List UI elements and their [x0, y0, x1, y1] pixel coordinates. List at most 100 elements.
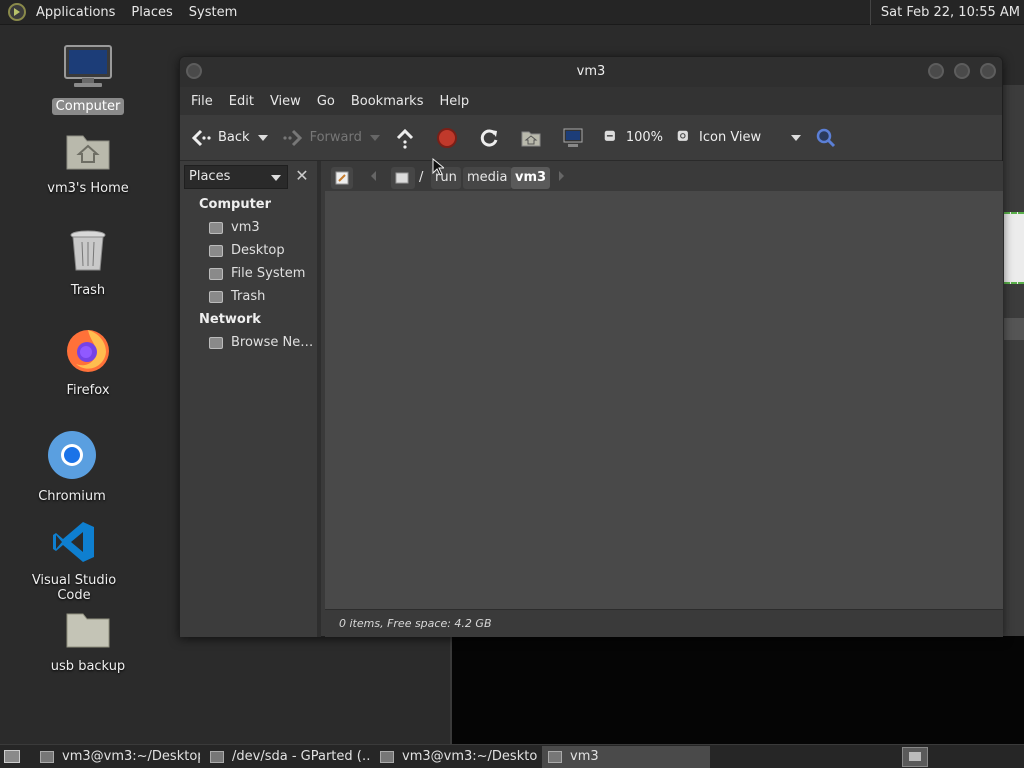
desktop-icon-home[interactable]: vm3's Home [33, 128, 143, 197]
menu-view[interactable]: View [262, 94, 309, 109]
reload-icon [480, 129, 498, 147]
file-view[interactable] [325, 191, 1003, 609]
sidebar-item-vm3[interactable]: vm3 [209, 220, 260, 235]
zoom-out-icon[interactable] [604, 130, 620, 146]
background-terminal-window[interactable] [450, 636, 1024, 744]
desktop-icon-label: Computer [51, 98, 125, 115]
computer-button[interactable] [562, 127, 590, 149]
menu-places[interactable]: Places [123, 0, 180, 25]
menu-bookmarks[interactable]: Bookmarks [343, 94, 432, 109]
maximize-button[interactable] [954, 63, 970, 79]
window-title: vm3 [576, 64, 606, 79]
forward-label: Forward [309, 130, 362, 145]
desktop-icon-vscode[interactable]: Visual Studio Code [19, 520, 129, 604]
workspace-switcher[interactable] [902, 747, 928, 767]
toggle-location-entry-button[interactable] [331, 167, 353, 189]
chevron-down-icon [271, 175, 281, 181]
taskbar-item-label: vm3@vm3:~/Desktop [402, 749, 538, 764]
stop-icon [436, 127, 457, 148]
taskbar-item-terminal[interactable]: vm3@vm3:~/Desktop [34, 746, 200, 768]
search-icon [816, 128, 836, 147]
network-icon [209, 336, 223, 349]
panel-clock[interactable]: Sat Feb 22, 10:55 AM [869, 0, 1020, 25]
desktop-icon-usb-backup[interactable]: usb backup [33, 608, 143, 675]
reload-button[interactable] [478, 127, 506, 149]
back-button[interactable]: Back [190, 127, 268, 149]
forward-history-chevron-down-icon[interactable] [369, 134, 380, 141]
up-button[interactable] [394, 127, 422, 149]
taskbar-item-file-manager[interactable]: vm3 [542, 745, 710, 768]
terminal-icon [380, 750, 394, 763]
forward-arrow-icon [282, 129, 302, 146]
folder-icon [548, 750, 562, 763]
sidebar-heading-computer: Computer [199, 197, 272, 212]
desktop-icon-computer[interactable]: Computer [33, 44, 143, 115]
menu-applications[interactable]: Applications [28, 0, 123, 25]
menu-file[interactable]: File [183, 94, 221, 109]
taskbar-item-terminal[interactable]: vm3@vm3:~/Desktop [374, 746, 538, 768]
up-arrow-icon [396, 128, 413, 149]
back-label: Back [218, 130, 250, 145]
folder-icon [66, 613, 110, 648]
menu-go[interactable]: Go [309, 94, 343, 109]
breadcrumb-media[interactable]: media [463, 167, 512, 189]
home-folder-icon [66, 135, 110, 170]
background-window[interactable] [1002, 85, 1024, 645]
menu-edit[interactable]: Edit [221, 94, 262, 109]
back-arrow-icon [191, 129, 211, 146]
background-window-content [1004, 318, 1024, 340]
forward-button[interactable]: Forward [282, 127, 380, 149]
taskbar-item-label: vm3@vm3:~/Desktop [62, 749, 200, 764]
sidebar-item-browse-network[interactable]: Browse Ne… [209, 335, 313, 350]
zoom-control[interactable]: 100% [604, 130, 663, 146]
close-button[interactable] [980, 63, 996, 79]
view-mode-chevron-down-icon [791, 134, 802, 141]
view-mode-select[interactable]: Icon View [677, 130, 802, 146]
chromium-icon [48, 431, 96, 479]
sidebar-item-desktop[interactable]: Desktop [209, 243, 285, 258]
desktop-icon-label: usb backup [50, 659, 126, 674]
applications-logo-icon[interactable] [8, 3, 26, 21]
computer-icon [64, 45, 112, 87]
show-desktop-button[interactable] [0, 746, 24, 768]
sidebar-item-label: File System [231, 266, 306, 281]
desktop-icon-label: vm3's Home [47, 181, 129, 196]
back-history-chevron-down-icon[interactable] [257, 134, 268, 141]
show-desktop-icon [4, 750, 20, 763]
window-titlebar[interactable]: vm3 [180, 57, 1002, 87]
path-bar: / run media vm3 [325, 161, 1003, 191]
desktop-icon-label: Trash [70, 283, 106, 298]
edit-icon [335, 171, 349, 185]
zoom-level: 100% [625, 130, 664, 145]
taskbar-item-gparted[interactable]: /dev/sda - GParted (… [204, 746, 370, 768]
status-bar: 0 items, Free space: 4.2 GB [325, 609, 1003, 637]
scroll-right-chevron-icon[interactable] [559, 171, 564, 181]
menu-help[interactable]: Help [431, 94, 477, 109]
zoom-in-icon[interactable] [677, 130, 693, 146]
gparted-icon [210, 750, 224, 763]
sidebar-item-label: Desktop [231, 243, 285, 258]
home-button[interactable] [520, 127, 548, 149]
stop-button[interactable] [436, 127, 464, 149]
breadcrumb-root[interactable] [391, 167, 415, 189]
desktop-icon-chromium[interactable]: Chromium [17, 430, 127, 505]
scroll-left-chevron-icon[interactable] [371, 171, 376, 181]
vscode-icon [53, 522, 94, 562]
taskbar: vm3@vm3:~/Desktop /dev/sda - GParted (… … [0, 744, 1024, 768]
home-folder-icon [521, 131, 541, 146]
desktop-icon-firefox[interactable]: Firefox [33, 326, 143, 399]
sidebar-item-file-system[interactable]: File System [209, 266, 305, 281]
file-manager-window[interactable]: vm3 File Edit View Go Bookmarks Help Bac… [179, 56, 1003, 637]
desktop-icon-trash[interactable]: Trash [33, 228, 143, 299]
breadcrumb-vm3[interactable]: vm3 [511, 167, 551, 189]
search-button[interactable] [815, 127, 843, 149]
taskbar-item-label: /dev/sda - GParted (… [232, 749, 370, 764]
firefox-icon [67, 330, 109, 372]
sidebar-selector[interactable]: Places [184, 165, 288, 189]
minimize-button[interactable] [928, 63, 944, 79]
sidebar-item-trash[interactable]: Trash [209, 289, 265, 304]
close-sidebar-button[interactable]: ✕ [292, 166, 312, 188]
menu-system[interactable]: System [181, 0, 245, 25]
menubar: File Edit View Go Bookmarks Help [180, 87, 1002, 115]
mouse-cursor-icon [432, 158, 444, 176]
